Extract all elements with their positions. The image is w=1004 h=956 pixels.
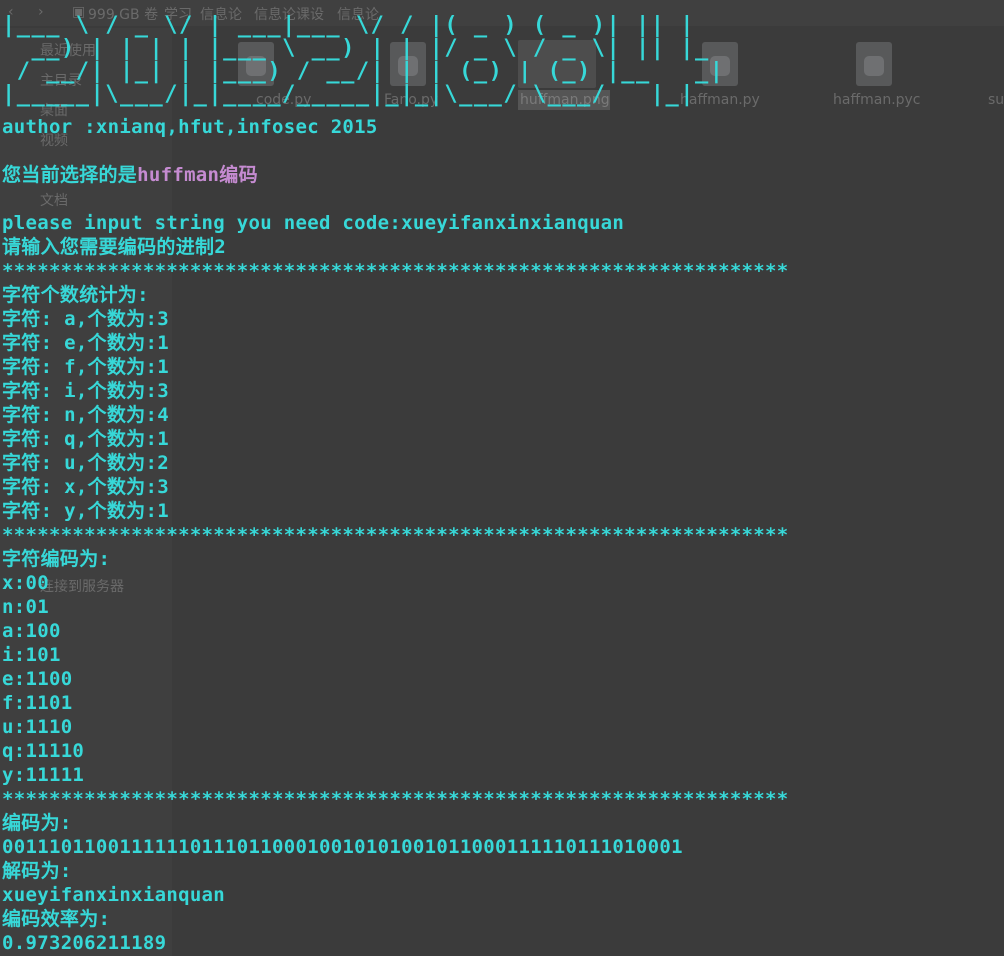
encoded-value: 0011101100111111011101100010010101001011… bbox=[2, 836, 683, 858]
code-line: y:11111 bbox=[2, 764, 85, 786]
code-line: i:101 bbox=[2, 644, 61, 666]
code-line: a:100 bbox=[2, 620, 61, 642]
selection-value: huffman编码 bbox=[137, 164, 258, 186]
char-count-line: 字符: f,个数为:1 bbox=[2, 356, 169, 378]
code-line: f:1101 bbox=[2, 692, 73, 714]
selection-line: 您当前选择的是huffman编码 bbox=[2, 163, 258, 187]
code-line: q:11110 bbox=[2, 740, 85, 762]
char-count-line: 字符: q,个数为:1 bbox=[2, 428, 169, 450]
char-count-line: 字符: n,个数为:4 bbox=[2, 404, 169, 426]
efficiency-header: 编码效率为: bbox=[2, 908, 111, 930]
decoded-value: xueyifanxinxianquan bbox=[2, 884, 226, 906]
banner-line: / __/| |_| | |___) / __/| | | (_) | (_) … bbox=[2, 59, 725, 84]
author-line: author :xnianq,hfut,infosec 2015 bbox=[2, 116, 378, 138]
char-count-line: 字符: e,个数为:1 bbox=[2, 332, 169, 354]
code-line: n:01 bbox=[2, 596, 49, 618]
separator-line: ****************************************… bbox=[2, 524, 789, 546]
code-header: 字符编码为: bbox=[2, 548, 111, 570]
char-count-line: 字符: x,个数为:3 bbox=[2, 476, 169, 498]
separator-line: ****************************************… bbox=[2, 788, 789, 810]
char-count-line: 字符: i,个数为:3 bbox=[2, 380, 169, 402]
banner-line: |___ \ / _ \/ | ___|___ \/ / |( _ ) ( _ … bbox=[2, 13, 696, 38]
efficiency-value: 0.973206211189 bbox=[2, 932, 167, 954]
ascii-banner: |___ \ / _ \/ | ___|___ \/ / |( _ ) ( _ … bbox=[2, 14, 725, 106]
code-line: u:1110 bbox=[2, 716, 73, 738]
count-header: 字符个数统计为: bbox=[2, 284, 149, 306]
char-count-line: 字符: y,个数为:1 bbox=[2, 500, 169, 522]
code-line: x:00 bbox=[2, 572, 49, 594]
char-count-line: 字符: u,个数为:2 bbox=[2, 452, 169, 474]
code-line: e:1100 bbox=[2, 668, 73, 690]
selection-prefix: 您当前选择的是 bbox=[2, 164, 138, 186]
terminal-output[interactable]: |___ \ / _ \/ | ___|___ \/ / |( _ ) ( _ … bbox=[0, 0, 1004, 956]
decoded-header: 解码为: bbox=[2, 860, 72, 882]
banner-line: |_____|\___/|_|____/_____|_|_|\___/ \___… bbox=[2, 82, 696, 107]
base-prompt-line: 请输入您需要编码的进制2 bbox=[2, 236, 227, 258]
encoded-header: 编码为: bbox=[2, 812, 72, 834]
input-prompt-line: please input string you need code:xueyif… bbox=[2, 212, 625, 234]
banner-line: __) | | | | |___ \ __) | | |/ _ \ / _ \|… bbox=[2, 36, 710, 61]
separator-line: ****************************************… bbox=[2, 260, 789, 282]
char-count-line: 字符: a,个数为:3 bbox=[2, 308, 169, 330]
